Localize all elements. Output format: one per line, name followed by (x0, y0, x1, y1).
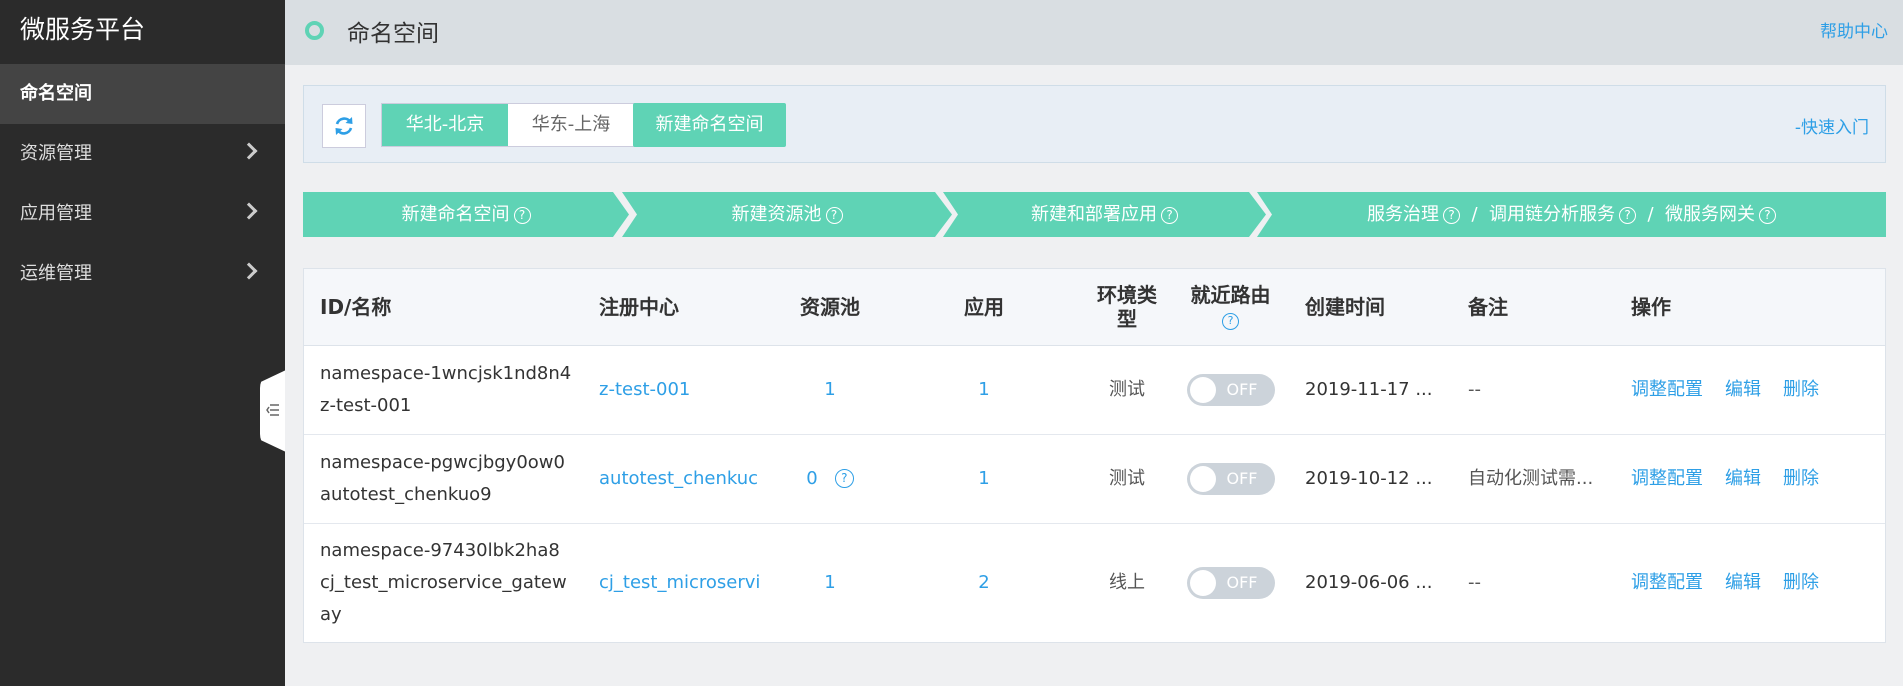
brand-title: 微服务平台 (20, 15, 146, 44)
id-name-cell: namespace-1wncjsk1nd8n4 z-test-001 (304, 345, 583, 435)
step-label: 调用链分析服务 (1489, 204, 1615, 225)
namespace-table: ID/名称 注册中心 资源池 应用 环境类型 就近路由? 创建时间 备注 操作 … (303, 268, 1886, 643)
nearby-routing-toggle[interactable]: OFF (1186, 567, 1275, 600)
step-label: 微服务网关 (1664, 204, 1755, 225)
step-service-governance[interactable]: 服务治理? / 调用链分析服务? / 微服务网关? (1257, 192, 1886, 237)
refresh-icon (335, 117, 353, 135)
page-title: 命名空间 (347, 21, 439, 47)
question-circle-icon[interactable]: ? (825, 207, 843, 224)
help-center-link[interactable]: 帮助中心 (1820, 17, 1888, 42)
question-circle-icon[interactable]: ? (834, 468, 854, 488)
sidebar-item-label: 运维管理 (20, 263, 92, 284)
registry-link[interactable]: cj_test_microservi (599, 572, 760, 593)
registry-link[interactable]: z-test-001 (599, 379, 690, 400)
app-count-link[interactable]: 1 (978, 468, 989, 489)
sidebar-item-label: 应用管理 (20, 203, 92, 224)
col-header-env: 环境类型 (1082, 269, 1172, 346)
question-circle-icon[interactable]: ? (1758, 207, 1776, 224)
sidebar-item-application[interactable]: 应用管理 (0, 184, 285, 244)
created-time: 2019-11-17 ... (1289, 345, 1452, 435)
question-circle-icon[interactable]: ? (1222, 312, 1239, 330)
chevron-right-icon (240, 262, 258, 280)
id-name-cell: namespace-pgwcjbgy0ow0 autotest_chenkuo9 (304, 434, 583, 524)
adjust-config-link[interactable]: 调整配置 (1631, 572, 1703, 593)
edit-link[interactable]: 编辑 (1725, 572, 1761, 593)
col-header-remark: 备注 (1452, 269, 1615, 346)
col-header-app: 应用 (886, 269, 1082, 346)
step-label: 服务治理 (1367, 204, 1440, 225)
main-content: 华北-北京 华东-上海 新建命名空间 -快速入门 新建命名空间? 新建资源池? … (285, 65, 1903, 686)
sidebar-item-resource[interactable]: 资源管理 (0, 124, 285, 184)
env-type: 测试 (1082, 434, 1172, 524)
env-type: 测试 (1082, 345, 1172, 435)
col-header-registry: 注册中心 (583, 269, 774, 346)
edit-link[interactable]: 编辑 (1725, 379, 1761, 400)
region-beijing[interactable]: 华北-北京 (382, 104, 508, 146)
edit-link[interactable]: 编辑 (1725, 468, 1761, 489)
sidebar-item-namespace[interactable]: 命名空间 (0, 64, 285, 124)
step-label: 新建资源池 (731, 204, 822, 225)
delete-link[interactable]: 删除 (1783, 468, 1819, 489)
created-time: 2019-06-06 ... (1305, 572, 1433, 594)
created-time: 2019-10-12 ... (1289, 434, 1452, 524)
col-header-ops: 操作 (1615, 269, 1885, 346)
collapse-sidebar-icon (266, 404, 279, 416)
col-header-pool: 资源池 (774, 269, 886, 346)
step-new-namespace[interactable]: 新建命名空间? (303, 192, 629, 237)
question-circle-icon[interactable]: ? (1443, 207, 1461, 224)
col-header-routing: 就近路由? (1172, 269, 1289, 346)
table-row: namespace-pgwcjbgy0ow0 autotest_chenkuo9 … (304, 434, 1885, 524)
nearby-routing-toggle[interactable]: OFF (1186, 373, 1275, 406)
new-namespace-button[interactable]: 新建命名空间 (633, 103, 786, 147)
remark: -- (1452, 345, 1615, 435)
question-circle-icon[interactable]: ? (513, 207, 531, 224)
step-deploy-application[interactable]: 新建和部署应用? (943, 192, 1266, 237)
env-type: 线上 (1109, 572, 1145, 594)
registry-link[interactable]: autotest_chenkuc (599, 468, 758, 489)
id-name-cell: namespace-97430lbk2ha8 cj_test_microservi… (320, 540, 567, 626)
col-header-id-name: ID/名称 (304, 269, 583, 346)
pool-count-link[interactable]: 1 (824, 379, 835, 400)
workflow-steps: 新建命名空间? 新建资源池? 新建和部署应用? 服务治理? / 调用链分析服务?… (303, 192, 1886, 237)
app-count-link[interactable]: 2 (978, 572, 989, 593)
quick-start-link[interactable]: -快速入门 (1795, 113, 1869, 138)
sidebar: 微服务平台 命名空间 资源管理 应用管理 运维管理 (0, 0, 285, 686)
delete-link[interactable]: 删除 (1783, 379, 1819, 400)
refresh-button[interactable] (322, 104, 366, 148)
table-header-row: ID/名称 注册中心 资源池 应用 环境类型 就近路由? 创建时间 备注 操作 (304, 269, 1885, 346)
sidebar-item-label: 资源管理 (20, 143, 92, 164)
question-circle-icon[interactable]: ? (1161, 207, 1178, 224)
toolbar: 华北-北京 华东-上海 新建命名空间 -快速入门 (303, 85, 1886, 163)
pool-count-link[interactable]: 1 (824, 572, 835, 593)
chevron-right-icon (240, 142, 258, 160)
step-new-resource-pool[interactable]: 新建资源池? (622, 192, 952, 237)
region-shanghai[interactable]: 华东-上海 (508, 104, 634, 146)
app-count-link[interactable]: 1 (978, 379, 989, 400)
remark: -- (1468, 572, 1481, 594)
adjust-config-link[interactable]: 调整配置 (1631, 379, 1703, 400)
nearby-routing-toggle[interactable]: OFF (1186, 462, 1275, 495)
region-selector: 华北-北京 华东-上海 (381, 103, 635, 147)
table-row: namespace-97430lbk2ha8 cj_test_microservi… (304, 523, 1885, 643)
sidebar-collapse-toggle[interactable] (260, 370, 286, 452)
col-header-created: 创建时间 (1289, 269, 1452, 346)
pool-count-link[interactable]: 0 (806, 468, 817, 489)
topbar: 命名空间 帮助中心 (285, 0, 1903, 65)
step-label: 新建命名空间 (401, 204, 510, 225)
status-dot-icon (305, 21, 324, 40)
adjust-config-link[interactable]: 调整配置 (1631, 468, 1703, 489)
table-row: namespace-1wncjsk1nd8n4 z-test-001 z-test… (304, 345, 1885, 435)
remark: 自动化测试需... (1452, 434, 1615, 524)
chevron-right-icon (240, 202, 258, 220)
sidebar-item-ops[interactable]: 运维管理 (0, 244, 285, 304)
step-label: 新建和部署应用 (1031, 204, 1157, 225)
sidebar-item-label: 命名空间 (20, 83, 92, 104)
question-circle-icon[interactable]: ? (1619, 207, 1636, 224)
delete-link[interactable]: 删除 (1783, 572, 1819, 593)
